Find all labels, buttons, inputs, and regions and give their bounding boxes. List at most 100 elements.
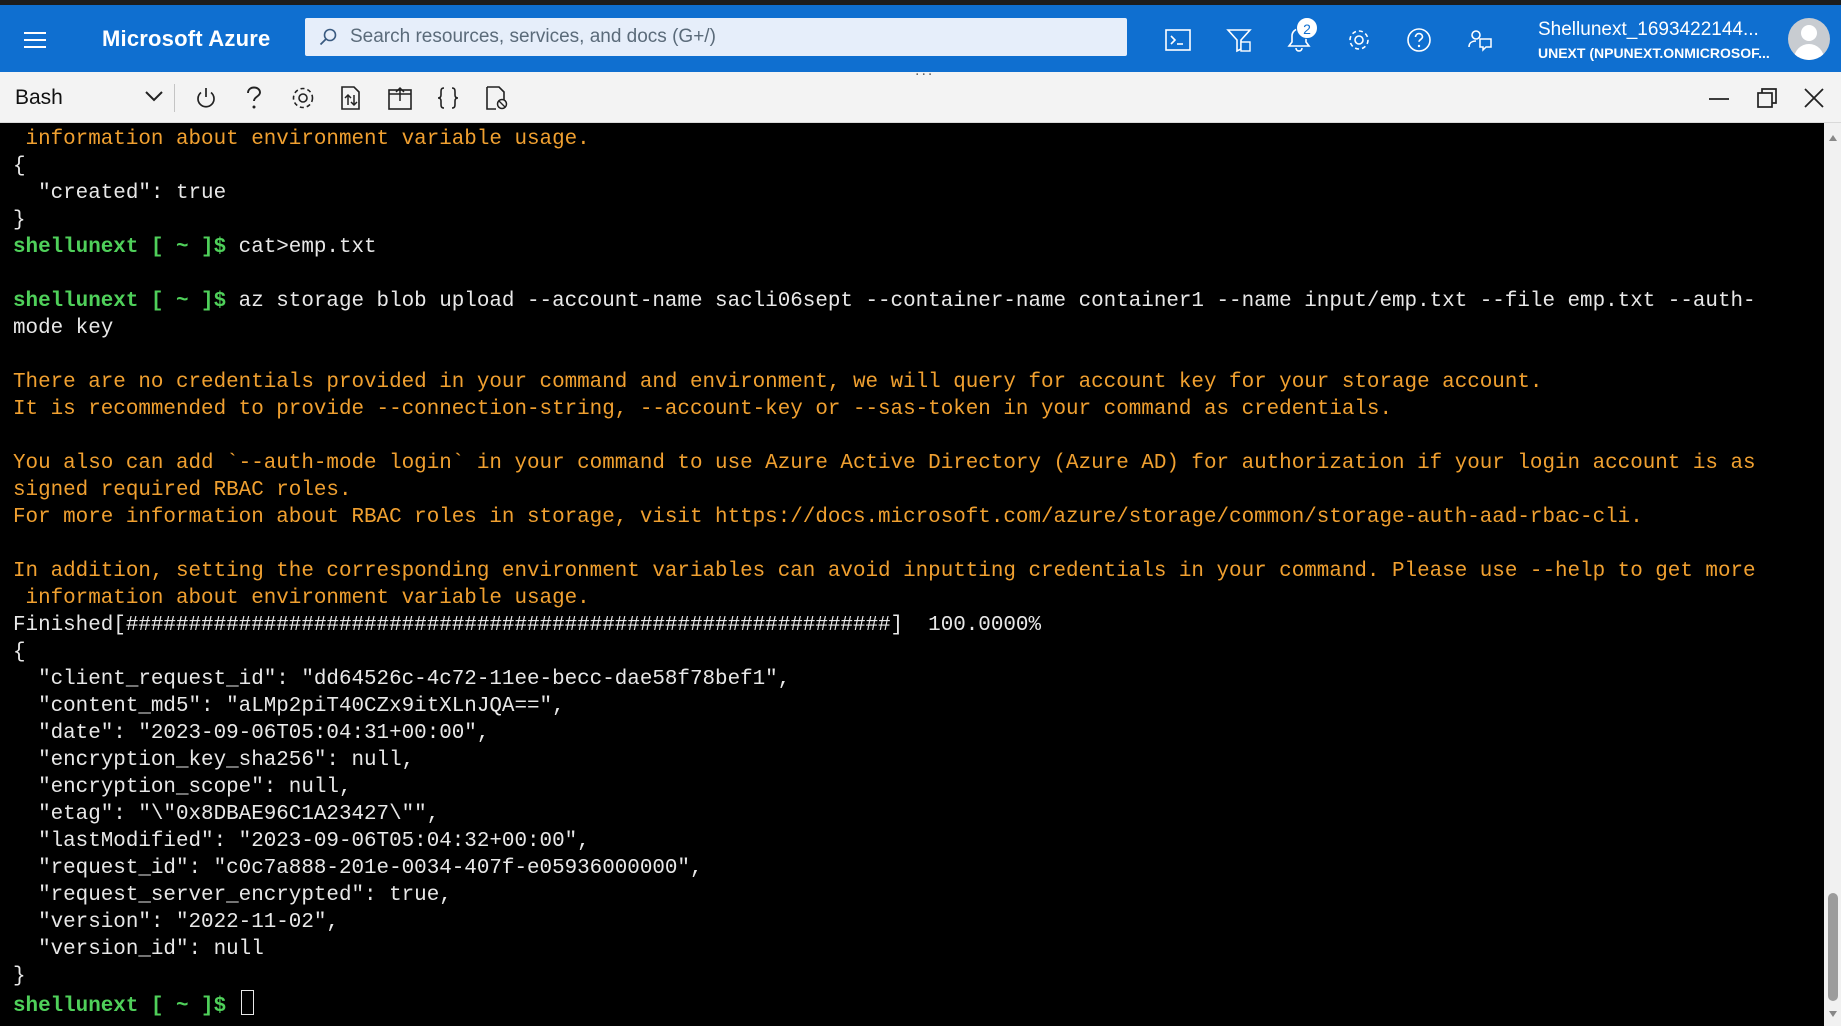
output-text: "lastModified": "2023-09-06T05:04:32+00:… xyxy=(13,830,590,853)
terminal-line: { xyxy=(13,639,1819,666)
global-search-input[interactable]: Search resources, services, and docs (G+… xyxy=(305,18,1127,56)
output-text: "encryption_key_sha256": null, xyxy=(13,749,415,772)
terminal-line: It is recommended to provide --connectio… xyxy=(13,396,1819,423)
output-text: "version": "2022-11-02", xyxy=(13,911,339,934)
terminal-line: "version": "2022-11-02", xyxy=(13,909,1819,936)
terminal-scrollbar[interactable] xyxy=(1824,123,1841,1026)
help-question-icon[interactable] xyxy=(240,84,268,112)
output-text: "client_request_id": "dd64526c-4c72-11ee… xyxy=(13,668,791,691)
search-placeholder: Search resources, services, and docs (G+… xyxy=(350,26,716,47)
account-tenant: UNEXT (NPUNEXT.ONMICROSOF... xyxy=(1538,45,1770,61)
web-preview-icon[interactable] xyxy=(483,84,511,112)
portal-menu-icon[interactable] xyxy=(18,27,52,55)
terminal-line: signed required RBAC roles. xyxy=(13,477,1819,504)
shell-type-dropdown[interactable]: Bash xyxy=(8,80,166,114)
output-text: mode key xyxy=(13,317,114,340)
terminal-line: For more information about RBAC roles in… xyxy=(13,504,1819,531)
avatar[interactable] xyxy=(1788,18,1830,60)
warning-text: You also can add `--auth-mode login` in … xyxy=(13,452,1756,475)
terminal-line: shellunext [ ~ ]$ az storage blob upload… xyxy=(13,288,1819,315)
terminal-line: "encryption_key_sha256": null, xyxy=(13,747,1819,774)
terminal-line: shellunext [ ~ ]$ xyxy=(13,990,1819,1018)
output-text: "date": "2023-09-06T05:04:31+00:00", xyxy=(13,722,490,745)
terminal-line: "content_md5": "aLMp2piT40CZx9itXLnJQA==… xyxy=(13,693,1819,720)
terminal-line: You also can add `--auth-mode login` in … xyxy=(13,450,1819,477)
shell-prompt: shellunext [ ~ ]$ xyxy=(13,995,239,1018)
scroll-down-arrow-icon[interactable] xyxy=(1824,1005,1841,1022)
warning-text: It is recommended to provide --connectio… xyxy=(13,398,1393,421)
editor-braces-icon[interactable] xyxy=(434,84,462,112)
output-text: "request_id": "c0c7a888-201e-0034-407f-e… xyxy=(13,857,703,880)
output-text: "request_server_encrypted": true, xyxy=(13,884,452,907)
shell-type-label: Bash xyxy=(15,86,63,109)
terminal-line: "encryption_scope": null, xyxy=(13,774,1819,801)
search-icon xyxy=(319,28,337,46)
resize-grip[interactable]: ... xyxy=(915,62,934,80)
warning-text: There are no credentials provided in you… xyxy=(13,371,1543,394)
terminal-cursor xyxy=(240,990,254,1015)
output-text: } xyxy=(13,965,26,988)
directory-filter-icon[interactable] xyxy=(1222,23,1256,57)
settings-gear-icon[interactable] xyxy=(1342,23,1376,57)
terminal-line: information about environment variable u… xyxy=(13,585,1819,612)
shell-prompt: shellunext [ ~ ]$ xyxy=(13,290,239,313)
shell-prompt: shellunext [ ~ ]$ xyxy=(13,236,239,259)
output-text: "created": true xyxy=(13,182,227,205)
warning-text: For more information about RBAC roles in… xyxy=(13,506,1643,529)
output-text: } xyxy=(13,209,26,232)
restart-power-icon[interactable] xyxy=(192,84,220,112)
output-text: "content_md5": "aLMp2piT40CZx9itXLnJQA==… xyxy=(13,695,565,718)
output-text: { xyxy=(13,155,26,178)
terminal-line: "lastModified": "2023-09-06T05:04:32+00:… xyxy=(13,828,1819,855)
terminal-line: "etag": "\"0x8DBAE96C1A23427\"", xyxy=(13,801,1819,828)
terminal-line: "client_request_id": "dd64526c-4c72-11ee… xyxy=(13,666,1819,693)
output-text: "encryption_scope": null, xyxy=(13,776,352,799)
terminal-output: information about environment variable u… xyxy=(13,126,1819,1018)
open-new-session-icon[interactable] xyxy=(386,84,414,112)
terminal-line: "date": "2023-09-06T05:04:31+00:00", xyxy=(13,720,1819,747)
bash-terminal[interactable]: information about environment variable u… xyxy=(0,123,1824,1026)
warning-text: information about environment variable u… xyxy=(13,587,590,610)
output-text: az storage blob upload --account-name sa… xyxy=(238,290,1756,313)
minimize-icon[interactable] xyxy=(1705,84,1733,112)
terminal-line: information about environment variable u… xyxy=(13,126,1819,153)
terminal-line: "request_server_encrypted": true, xyxy=(13,882,1819,909)
output-text: "etag": "\"0x8DBAE96C1A23427\"", xyxy=(13,803,440,826)
scroll-up-arrow-icon[interactable] xyxy=(1824,129,1841,146)
account-menu[interactable]: Shellunext_1693422144... UNEXT (NPUNEXT.… xyxy=(1538,19,1778,61)
terminal-line: "request_id": "c0c7a888-201e-0034-407f-e… xyxy=(13,855,1819,882)
terminal-line: } xyxy=(13,207,1819,234)
toolbar-divider xyxy=(174,84,175,112)
terminal-line: { xyxy=(13,153,1819,180)
account-name: Shellunext_1693422144... xyxy=(1538,19,1759,40)
output-text: cat>emp.txt xyxy=(238,236,377,259)
brand-title[interactable]: Microsoft Azure xyxy=(102,26,270,52)
terminal-line: In addition, setting the corresponding e… xyxy=(13,558,1819,585)
terminal-line: "version_id": null xyxy=(13,936,1819,963)
notification-count-badge: 2 xyxy=(1296,17,1318,39)
terminal-line: "created": true xyxy=(13,180,1819,207)
feedback-icon[interactable] xyxy=(1463,23,1497,57)
chevron-down-icon xyxy=(145,91,163,102)
terminal-line: shellunext [ ~ ]$ cat>emp.txt xyxy=(13,234,1819,261)
upload-download-icon[interactable] xyxy=(337,84,365,112)
settings-icon[interactable] xyxy=(289,84,317,112)
output-text: "version_id": null xyxy=(13,938,264,961)
azure-portal-window: Microsoft Azure Search resources, servic… xyxy=(0,0,1841,1026)
output-text: Finished[###############################… xyxy=(13,614,1041,637)
output-text: { xyxy=(13,641,26,664)
help-icon[interactable] xyxy=(1402,23,1436,57)
close-icon[interactable] xyxy=(1800,84,1828,112)
scrollbar-thumb[interactable] xyxy=(1828,893,1838,1001)
warning-text: In addition, setting the corresponding e… xyxy=(13,560,1756,583)
terminal-line: mode key xyxy=(13,315,1819,342)
terminal-line: } xyxy=(13,963,1819,990)
warning-text: signed required RBAC roles. xyxy=(13,479,352,502)
terminal-line: Finished[###############################… xyxy=(13,612,1819,639)
restore-window-icon[interactable] xyxy=(1753,84,1781,112)
cloud-shell-icon[interactable] xyxy=(1161,23,1195,57)
terminal-line: There are no credentials provided in you… xyxy=(13,369,1819,396)
